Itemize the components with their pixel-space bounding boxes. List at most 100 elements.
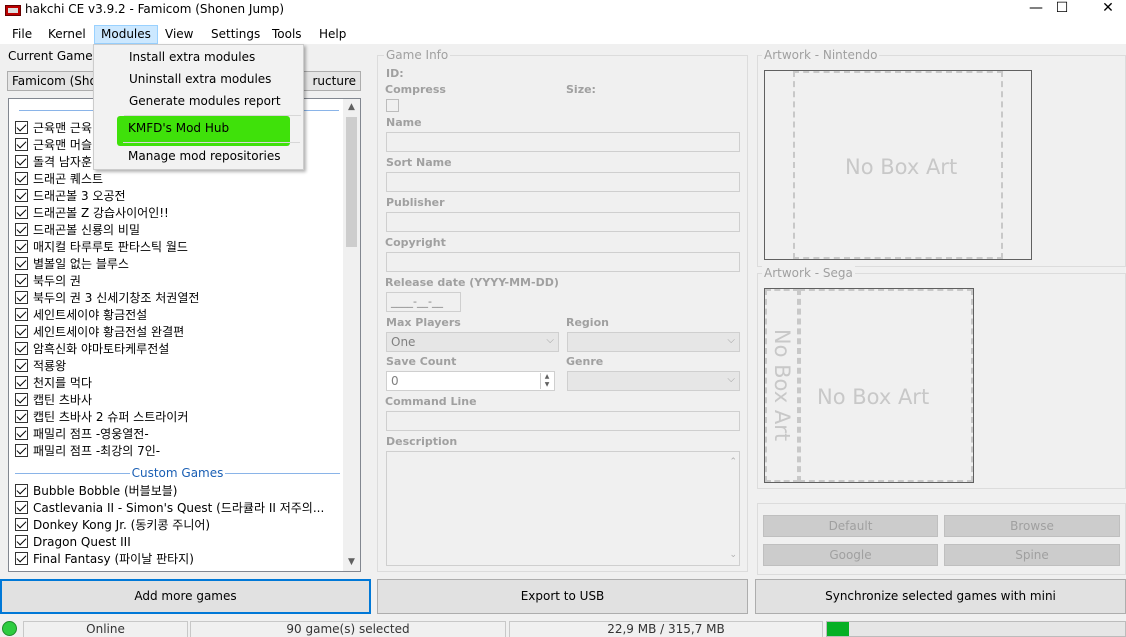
name-input[interactable] [386, 132, 740, 152]
game-checkbox[interactable] [15, 410, 28, 423]
game-list-item[interactable]: 캡틴 츠바사 2 슈퍼 스트라이커 [15, 409, 340, 426]
game-checkbox[interactable] [15, 484, 28, 497]
divider [225, 473, 340, 474]
game-list-item[interactable]: Final Fantasy (파이날 판타지) [15, 551, 340, 568]
game-list-item[interactable]: Castlevania II - Simon's Quest (드라큘라 II … [15, 500, 340, 517]
max-players-value: One [391, 335, 416, 349]
add-more-games-button[interactable]: Add more games [0, 579, 371, 614]
game-checkbox[interactable] [15, 518, 28, 531]
game-checkbox[interactable] [15, 308, 28, 321]
synchronize-button[interactable]: Synchronize selected games with mini [755, 579, 1126, 614]
game-list-item[interactable]: 드래곤볼 신룡의 비밀 [15, 222, 340, 239]
game-checkbox[interactable] [15, 257, 28, 270]
game-list-item[interactable]: 캡틴 츠바사 [15, 392, 340, 409]
game-checkbox[interactable] [15, 240, 28, 253]
game-list-item[interactable]: 북두의 권 [15, 273, 340, 290]
scroll-down-icon[interactable]: ▼ [343, 554, 360, 571]
no-box-art-text: No Box Art [845, 155, 958, 179]
max-players-select[interactable]: One ⌵ [386, 332, 559, 352]
game-list-item[interactable]: 드래곤볼 Z 강습사이어인!! [15, 205, 340, 222]
game-list-item[interactable]: 패밀리 점프 -영웅열전- [15, 426, 340, 443]
game-list-item[interactable]: Bubble Bobble (버블보블) [15, 483, 340, 500]
sort-name-input[interactable] [386, 172, 740, 192]
game-list-item[interactable]: 패밀리 점프 -최강의 7인- [15, 443, 340, 460]
game-name: 캡틴 츠바사 [33, 393, 93, 407]
default-button[interactable]: Default [763, 515, 938, 537]
spine-button[interactable]: Spine [944, 544, 1120, 566]
game-checkbox[interactable] [15, 155, 28, 168]
game-checkbox[interactable] [15, 501, 28, 514]
game-checkbox[interactable] [15, 427, 28, 440]
scroll-up-icon[interactable]: ▲ [343, 99, 360, 116]
game-list-item[interactable]: Donkey Kong Jr. (동키콩 주니어) [15, 517, 340, 534]
game-checkbox[interactable] [15, 206, 28, 219]
game-list-item[interactable]: 별볼일 없는 블루스 [15, 256, 340, 273]
menu-settings[interactable]: Settings [205, 25, 266, 44]
game-list-item[interactable]: 매지컬 타루루토 판타스틱 월드 [15, 239, 340, 256]
game-checkbox[interactable] [15, 444, 28, 457]
game-checkbox[interactable] [15, 223, 28, 236]
scroll-up-icon[interactable]: ⌃ [729, 454, 737, 470]
close-button[interactable]: ✕ [1085, 0, 1126, 22]
genre-label: Genre [566, 355, 604, 368]
game-list-item[interactable]: Dragon Quest III [15, 534, 340, 551]
game-list-scrollbar[interactable]: ▲ ▼ [343, 99, 360, 571]
game-list-item[interactable]: 천지를 먹다 [15, 375, 340, 392]
genre-select[interactable]: ⌵ [567, 371, 740, 391]
scroll-thumb[interactable] [346, 117, 357, 247]
game-checkbox[interactable] [15, 291, 28, 304]
menu-tools[interactable]: Tools [266, 25, 308, 44]
game-name: Dragon Quest III [33, 535, 131, 549]
menu-kernel[interactable]: Kernel [42, 25, 92, 44]
game-checkbox[interactable] [15, 138, 28, 151]
scroll-down-icon[interactable]: ⌄ [729, 547, 737, 563]
game-list-item[interactable]: 세인트세이야 황금전설 완결편 [15, 324, 340, 341]
game-list-item[interactable]: 북두의 권 3 신세기창조 처권열전 [15, 290, 340, 307]
maximize-button[interactable]: ☐ [1039, 0, 1085, 22]
compress-label: Compress [385, 83, 446, 96]
stepper-arrows-icon[interactable]: ▲ ▼ [540, 373, 553, 389]
game-name: 패밀리 점프 -영웅열전- [33, 427, 149, 441]
game-list-item[interactable]: 드래곤볼 3 오공전 [15, 188, 340, 205]
custom-games-header: Custom Games [15, 465, 340, 482]
save-count-stepper[interactable]: 0 ▲ ▼ [386, 371, 555, 391]
menu-kmfd-mod-hub[interactable]: KMFD's Mod Hub [94, 117, 301, 139]
nintendo-box-art[interactable]: No Box Art [764, 70, 1032, 260]
publisher-input[interactable] [386, 212, 740, 232]
game-checkbox[interactable] [15, 274, 28, 287]
game-checkbox[interactable] [15, 359, 28, 372]
menu-view[interactable]: View [159, 25, 199, 44]
game-checkbox[interactable] [15, 376, 28, 389]
menu-file[interactable]: File [6, 25, 38, 44]
menu-help[interactable]: Help [313, 25, 352, 44]
game-name: 근육맨 근육 [33, 121, 93, 135]
command-line-input[interactable] [386, 411, 740, 431]
region-select[interactable]: ⌵ [567, 332, 740, 352]
game-list-item[interactable]: 세인트세이야 황금전설 [15, 307, 340, 324]
game-checkbox[interactable] [15, 535, 28, 548]
game-checkbox[interactable] [15, 172, 28, 185]
game-checkbox[interactable] [15, 121, 28, 134]
game-name: 북두의 권 [33, 274, 81, 288]
game-checkbox[interactable] [15, 552, 28, 565]
game-checkbox[interactable] [15, 393, 28, 406]
description-textarea[interactable]: ⌃ ⌄ [386, 451, 740, 566]
browse-button[interactable]: Browse [944, 515, 1120, 537]
game-checkbox[interactable] [15, 189, 28, 202]
game-checkbox[interactable] [15, 325, 28, 338]
menu-modules[interactable]: Modules [94, 25, 158, 44]
copyright-input[interactable] [386, 252, 740, 272]
game-checkbox[interactable] [15, 342, 28, 355]
game-list-item[interactable]: 암흑신화 야마토타케루전설 [15, 341, 340, 358]
google-button[interactable]: Google [763, 544, 938, 566]
max-players-label: Max Players [386, 316, 461, 329]
structure-select[interactable]: ructure [300, 71, 361, 91]
export-usb-button[interactable]: Export to USB [377, 579, 748, 614]
release-date-input[interactable]: ____-__-__ [386, 292, 461, 312]
game-list-item[interactable]: 적룡왕 [15, 358, 340, 375]
sega-box-art[interactable]: No Box Art No Box Art [764, 288, 974, 483]
game-list-item[interactable]: 드래곤 퀘스트 [15, 171, 340, 188]
compress-checkbox[interactable] [386, 99, 399, 112]
menu-manage-mod-repositories[interactable]: Manage mod repositories [94, 145, 301, 167]
game-name: 천지를 먹다 [33, 376, 93, 390]
